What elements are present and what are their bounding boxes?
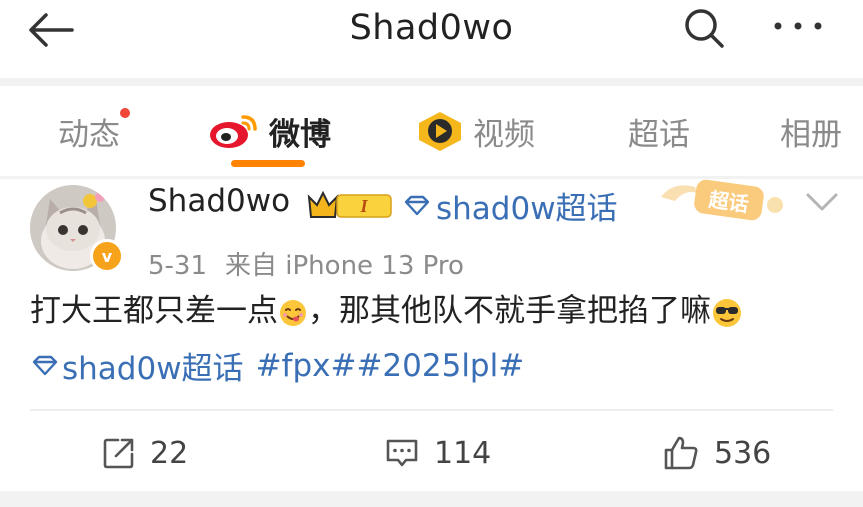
post-text-part1: 打大王都只差一点 [30, 293, 278, 329]
like-button[interactable]: 536 [662, 429, 771, 477]
post-date: 5-31 [148, 251, 208, 281]
super-topic-sticker: 超话 [655, 177, 795, 231]
crown-level-icon: I [307, 190, 392, 218]
diamond-icon [32, 355, 58, 375]
post-actions: 22 114 536 [0, 429, 863, 477]
header-divider [0, 78, 863, 86]
feed-separator [0, 491, 863, 507]
video-play-icon [419, 112, 461, 151]
vip-badge[interactable]: I [305, 189, 395, 225]
chevron-down-icon [806, 193, 838, 211]
author-name[interactable]: Shad0wo [148, 183, 290, 219]
post-topics: shad0w超话 #fpx##2025lpl# [30, 343, 524, 388]
top-bar: Shad0wo [0, 0, 863, 78]
inline-super-topic-label: shad0w超话 [62, 351, 244, 387]
tab-label: 视频 [473, 116, 535, 153]
search-icon [685, 9, 724, 48]
repost-count: 22 [150, 435, 189, 471]
more-dots-icon [774, 22, 822, 30]
active-tab-indicator [231, 160, 305, 167]
comment-count: 114 [434, 435, 492, 471]
tab-video[interactable]: 视频 [415, 106, 535, 156]
weibo-logo-icon [210, 115, 257, 148]
diamond-icon [404, 195, 430, 215]
post-text: 打大王都只差一点 ，那其他队不就手拿把掐了嘛 [30, 291, 743, 331]
repost-button[interactable]: 22 [102, 429, 188, 477]
tab-weibo[interactable]: 微博 [207, 106, 331, 156]
tab-album[interactable]: 相册 [780, 106, 842, 156]
post-meta: 5-31 来自 iPhone 13 Pro [148, 245, 482, 282]
tab-label: 微博 [269, 116, 331, 153]
inline-super-topic-link[interactable]: shad0w超话 [30, 343, 244, 388]
comment-button[interactable]: 114 [384, 429, 491, 477]
yummy-face-emoji-icon [280, 299, 306, 326]
tab-super-topic[interactable]: 超话 [628, 106, 690, 156]
repost-icon [103, 438, 134, 469]
search-button[interactable] [680, 4, 728, 52]
post-menu-button[interactable] [802, 187, 842, 217]
sunglasses-emoji-icon [713, 298, 741, 327]
post-text-part2: ，那其他队不就手拿把掐了嘛 [308, 293, 711, 329]
vip-level: I [359, 196, 368, 216]
weibo-post: v Shad0wo I shad0w超话 超话 5-31 来自 iPhone 13… [0, 179, 863, 491]
notification-dot [120, 108, 130, 118]
more-button[interactable] [768, 6, 828, 46]
hashtag-links[interactable]: #fpx##2025lpl# [256, 348, 525, 384]
profile-tabs: 动态 微博 视频 超话 相册 [0, 86, 863, 176]
post-source: 来自 iPhone 13 Pro [225, 251, 464, 281]
verified-badge: v [90, 239, 124, 273]
tab-label: 动态 [58, 116, 120, 153]
super-topic-label: shad0w超话 [436, 191, 618, 227]
post-divider [30, 409, 833, 411]
super-topic-link[interactable]: shad0w超话 [402, 183, 618, 228]
tab-dynamic[interactable]: 动态 [58, 106, 130, 156]
page-title: Shad0wo [349, 8, 514, 48]
thumbs-up-icon [664, 436, 698, 470]
comment-icon [386, 439, 418, 467]
like-count: 536 [714, 435, 772, 471]
tab-label: 超话 [628, 116, 690, 153]
tab-label: 相册 [780, 116, 842, 153]
